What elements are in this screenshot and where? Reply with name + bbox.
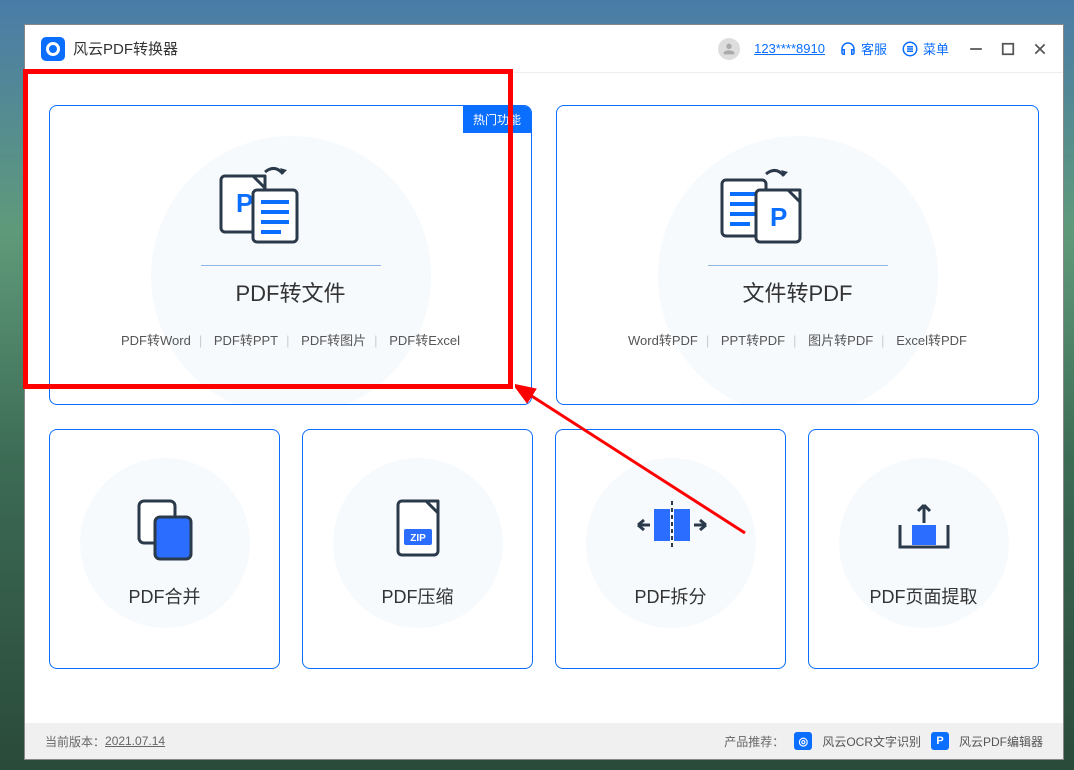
card-subs: PDF转Word| PDF转PPT| PDF转图片| PDF转Excel — [113, 330, 468, 349]
extract-icon — [884, 489, 964, 569]
support-label: 客服 — [861, 39, 887, 58]
menu-label: 菜单 — [923, 39, 949, 58]
avatar-icon[interactable] — [718, 38, 740, 60]
close-button[interactable] — [1033, 42, 1047, 56]
maximize-button[interactable] — [1001, 42, 1015, 56]
card-title: PDF转文件 — [235, 276, 345, 308]
card-pdf-merge[interactable]: PDF合并 — [49, 429, 280, 669]
version-label: 当前版本： — [45, 733, 105, 750]
card-file-to-pdf[interactable]: P 文件转PDF Word转PDF| PPT转PDF| 图片转PDF| Exce… — [556, 105, 1039, 405]
version-value[interactable]: 2021.07.14 — [105, 734, 165, 748]
card-title: PDF页面提取 — [870, 583, 978, 609]
ocr-icon: ◎ — [794, 732, 812, 750]
app-window: 风云PDF转换器 123****8910 客服 菜单 — [24, 24, 1064, 760]
editor-icon: P — [931, 732, 949, 750]
card-title: PDF合并 — [129, 583, 201, 609]
recommend-label: 产品推荐： — [724, 733, 784, 750]
titlebar: 风云PDF转换器 123****8910 客服 菜单 — [25, 25, 1063, 73]
card-pdf-extract[interactable]: PDF页面提取 — [808, 429, 1039, 669]
headset-icon — [839, 40, 857, 58]
card-pdf-split[interactable]: PDF拆分 — [555, 429, 786, 669]
card-title: 文件转PDF — [742, 276, 852, 308]
file-to-pdf-icon: P — [708, 162, 818, 252]
card-subs: Word转PDF| PPT转PDF| 图片转PDF| Excel转PDF — [620, 330, 975, 349]
editor-link[interactable]: 风云PDF编辑器 — [959, 733, 1043, 750]
statusbar: 当前版本： 2021.07.14 产品推荐： ◎ 风云OCR文字识别 P 风云P… — [25, 723, 1063, 759]
menu-icon — [901, 40, 919, 58]
compress-icon: ZIP — [378, 489, 458, 569]
card-pdf-compress[interactable]: ZIP PDF压缩 — [302, 429, 533, 669]
content-area: 热门功能 P PDF转文 — [25, 73, 1063, 723]
user-id-link[interactable]: 123****8910 — [754, 41, 825, 56]
app-title: 风云PDF转换器 — [73, 38, 178, 59]
app-logo-icon — [41, 37, 65, 61]
card-title: PDF压缩 — [382, 583, 454, 609]
merge-icon — [125, 489, 205, 569]
card-pdf-to-file[interactable]: 热门功能 P PDF转文 — [49, 105, 532, 405]
support-button[interactable]: 客服 — [839, 39, 887, 58]
svg-text:P: P — [770, 202, 787, 232]
pdf-to-file-icon: P — [201, 162, 311, 252]
menu-button[interactable]: 菜单 — [901, 39, 949, 58]
svg-text:ZIP: ZIP — [410, 533, 426, 544]
ocr-link[interactable]: 风云OCR文字识别 — [822, 733, 921, 750]
hot-badge: 热门功能 — [463, 106, 531, 133]
minimize-button[interactable] — [969, 42, 983, 56]
svg-text:P: P — [236, 188, 253, 218]
card-title: PDF拆分 — [635, 583, 707, 609]
split-icon — [626, 489, 716, 569]
